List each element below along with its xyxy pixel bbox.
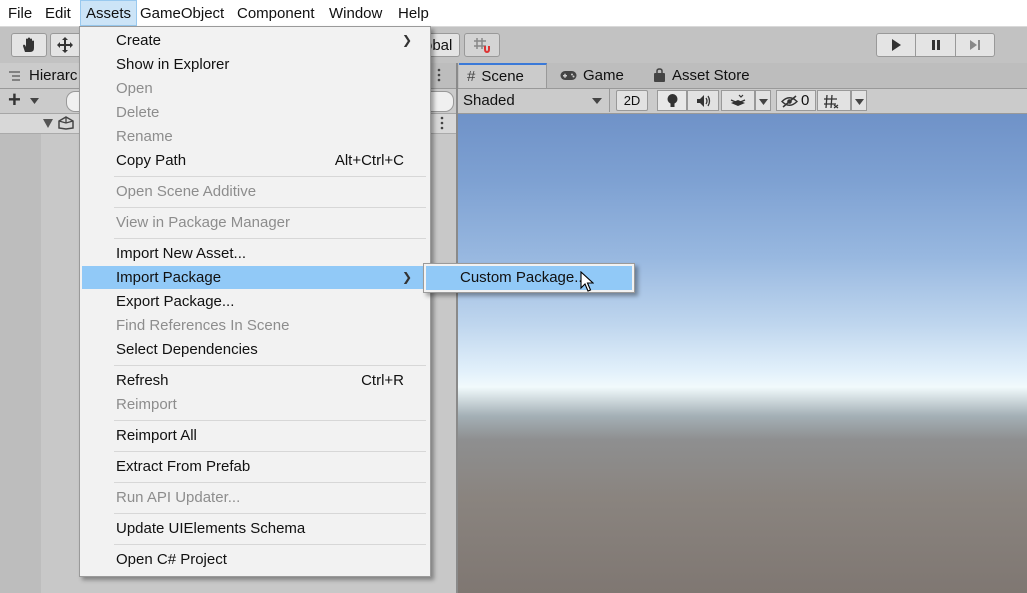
menu-item-export-package[interactable]: Export Package... — [82, 290, 426, 313]
menu-bar: File Edit Assets GameObject Component Wi… — [0, 0, 1027, 27]
hidden-objects-count: 0 — [801, 92, 810, 109]
play-icon — [892, 39, 901, 51]
menu-separator — [114, 420, 426, 421]
tab-game[interactable]: Game — [552, 63, 642, 88]
move-tool-icon — [57, 37, 73, 53]
tab-asset-store-label: Asset Store — [672, 66, 750, 84]
mouse-cursor-icon — [580, 271, 594, 292]
chevron-down-icon — [759, 99, 768, 105]
draw-mode-label: Shaded — [463, 92, 515, 109]
menu-item-delete: Delete — [116, 104, 160, 121]
hierarchy-indent-strip — [0, 134, 41, 593]
shortcut-label: Alt+Ctrl+C — [334, 152, 404, 169]
hash-icon: # — [467, 67, 476, 85]
step-icon — [970, 40, 980, 50]
menu-assets[interactable]: Assets — [80, 0, 138, 26]
menu-file[interactable]: File — [3, 0, 37, 26]
gizmo-toggle[interactable] — [817, 90, 851, 111]
menu-item-import-package[interactable]: Import Package ❯ — [82, 266, 426, 289]
pause-button[interactable] — [915, 33, 956, 57]
expand-arrow-icon[interactable] — [43, 119, 53, 128]
chevron-down-icon — [30, 98, 39, 104]
lighting-toggle[interactable] — [657, 90, 687, 111]
effects-dropdown[interactable] — [755, 90, 771, 111]
menu-gameobject[interactable]: GameObject — [135, 0, 229, 26]
shortcut-label: Ctrl+R — [361, 372, 404, 389]
tab-scene[interactable]: # Scene — [459, 63, 547, 88]
list-icon — [9, 71, 20, 81]
menu-item-open-csharp-project[interactable]: Open C# Project — [82, 548, 426, 571]
grid-snap-icon — [474, 38, 490, 53]
step-button[interactable] — [955, 33, 995, 57]
menu-component[interactable]: Component — [232, 0, 320, 26]
menu-item-rename: Rename — [116, 128, 173, 145]
grid-snap-button[interactable] — [464, 33, 500, 57]
menu-help[interactable]: Help — [393, 0, 434, 26]
menu-item-extract-from-prefab[interactable]: Extract From Prefab — [82, 455, 426, 478]
tab-game-label: Game — [583, 66, 624, 84]
menu-item-show-in-explorer[interactable]: Show in Explorer — [82, 53, 426, 76]
hidden-eye-icon — [781, 95, 798, 108]
menu-window[interactable]: Window — [324, 0, 387, 26]
menu-separator — [114, 513, 426, 514]
chevron-down-icon — [855, 99, 864, 105]
tab-hierarchy[interactable]: Hierarc — [0, 63, 83, 88]
menu-item-create[interactable]: Create ❯ — [82, 29, 426, 52]
menu-separator — [114, 544, 426, 545]
menu-separator — [114, 238, 426, 239]
create-button[interactable]: + — [8, 87, 21, 113]
speaker-icon — [697, 95, 711, 107]
menu-item-select-dependencies[interactable]: Select Dependencies — [82, 338, 426, 361]
unity-logo-icon — [58, 116, 74, 130]
menu-item-import-new-asset[interactable]: Import New Asset... — [82, 242, 426, 265]
menu-item-reimport-all[interactable]: Reimport All — [82, 424, 426, 447]
audio-toggle[interactable] — [687, 90, 719, 111]
menu-item-reimport: Reimport — [116, 396, 177, 413]
tab-asset-store[interactable]: Asset Store — [645, 63, 770, 88]
scene-visibility-toggle[interactable]: 0 — [776, 90, 816, 111]
menu-separator — [114, 176, 426, 177]
menu-item-copy-path[interactable]: Copy Path Alt+Ctrl+C — [82, 149, 426, 172]
grid-gizmo-icon — [824, 94, 839, 109]
menu-edit[interactable]: Edit — [40, 0, 76, 26]
menu-item-open: Open — [116, 80, 153, 97]
effects-layers-icon — [730, 94, 746, 106]
gizmos-dropdown[interactable] — [851, 90, 867, 111]
menu-separator — [114, 482, 426, 483]
hand-tool-button[interactable] — [11, 33, 47, 57]
menu-item-view-in-package-manager: View in Package Manager — [116, 214, 290, 231]
move-tool-button[interactable] — [50, 33, 80, 57]
gamepad-icon — [560, 71, 577, 80]
assets-menu: Create ❯ Show in Explorer Open Delete Re… — [79, 26, 431, 577]
tab-scene-label: Scene — [481, 67, 524, 85]
menu-separator — [114, 207, 426, 208]
draw-mode-dropdown[interactable]: Shaded — [458, 89, 610, 112]
menu-item-open-scene-additive: Open Scene Additive — [116, 183, 257, 200]
shopping-bag-icon — [654, 68, 665, 82]
menu-item-run-api-updater: Run API Updater... — [116, 489, 241, 506]
hierarchy-tab-label: Hierarc — [29, 67, 78, 84]
submenu-arrow-icon: ❯ — [401, 33, 412, 47]
light-bulb-icon — [667, 94, 678, 107]
effects-toggle[interactable] — [721, 90, 755, 111]
play-button[interactable] — [876, 33, 916, 57]
menu-item-update-uielements-schema[interactable]: Update UIElements Schema — [82, 517, 426, 540]
mode-2d-toggle[interactable]: 2D — [616, 90, 648, 111]
kebab-menu-icon[interactable] — [433, 66, 445, 84]
scene-viewport[interactable] — [458, 114, 1027, 593]
chevron-down-icon — [592, 98, 602, 104]
menu-item-find-references: Find References In Scene — [116, 317, 290, 334]
menu-item-refresh[interactable]: Refresh Ctrl+R — [82, 369, 426, 392]
import-package-submenu: Custom Package... — [423, 263, 635, 293]
pause-icon — [931, 40, 940, 50]
scene-options-icon[interactable] — [436, 115, 448, 132]
hand-tool-icon — [23, 37, 34, 52]
menu-separator — [114, 451, 426, 452]
menu-item-custom-package[interactable]: Custom Package... — [426, 266, 632, 290]
menu-separator — [114, 365, 426, 366]
scene-toolbar: Shaded 2D 0 — [458, 89, 1027, 114]
submenu-arrow-icon: ❯ — [401, 270, 412, 284]
